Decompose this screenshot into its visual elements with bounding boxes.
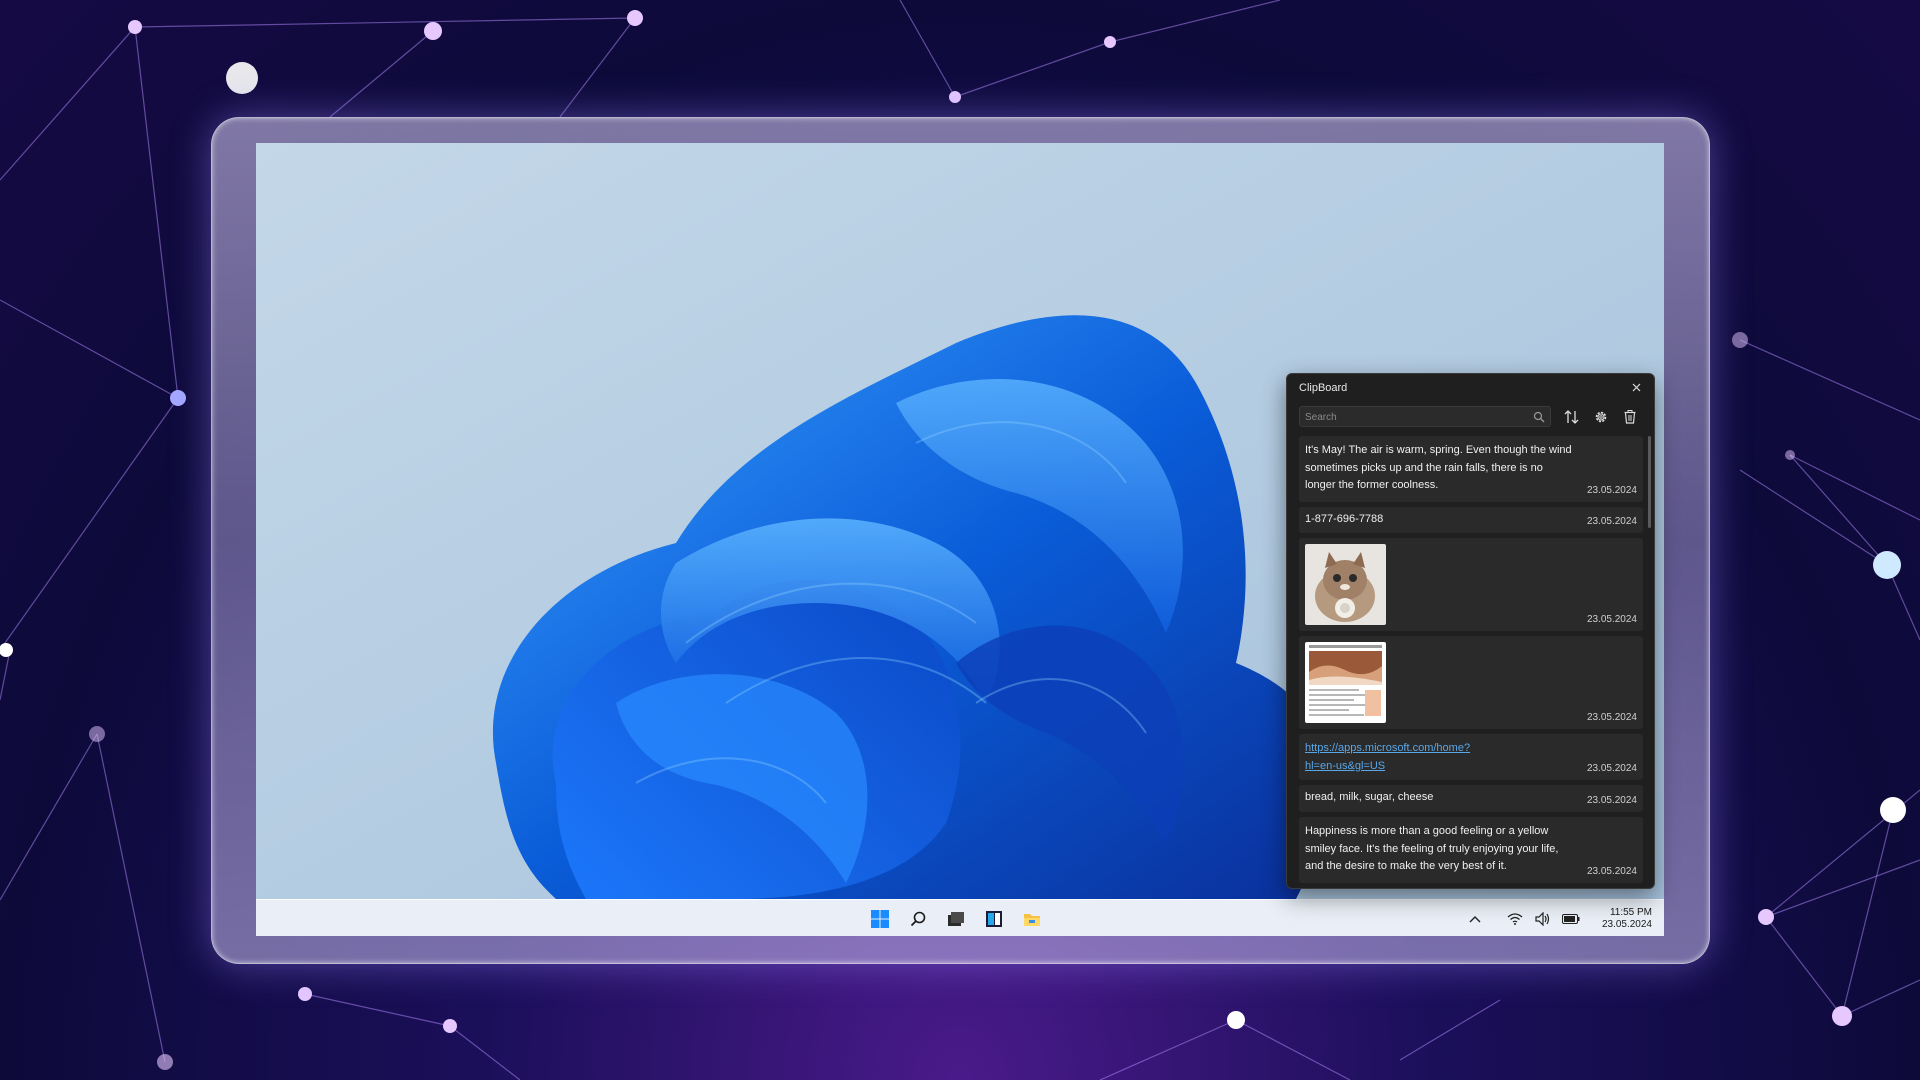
- window-title: ClipBoard: [1299, 382, 1348, 394]
- item-text: bread, milk, sugar, cheese: [1305, 791, 1434, 803]
- system-tray: 11:55 PM 23.05.2024: [1466, 904, 1652, 934]
- search-icon[interactable]: [905, 906, 931, 932]
- item-date: 23.05.2024: [1586, 485, 1637, 496]
- clock-time: 11:55 PM: [1609, 907, 1652, 918]
- clipboard-item[interactable]: Happiness is more than a good feeling or…: [1299, 817, 1643, 883]
- clipboard-item[interactable]: 23.05.2024: [1299, 636, 1643, 729]
- clipboard-item[interactable]: It's May! The air is warm, spring. Even …: [1299, 436, 1643, 502]
- item-date: 23.05.2024: [1586, 516, 1637, 527]
- taskbar-apps: [867, 906, 1045, 932]
- clipboard-item[interactable]: bread, milk, sugar, cheese 23.05.2024: [1299, 785, 1643, 812]
- clipboard-item[interactable]: 1-877-696-7788 23.05.2024: [1299, 507, 1643, 533]
- link-line-1: https://apps.microsoft.com/home?: [1305, 742, 1471, 754]
- clipboard-item[interactable]: 23.05.2024: [1299, 538, 1643, 631]
- taskbar-clock[interactable]: 11:55 PM 23.05.2024: [1602, 907, 1652, 931]
- item-text: Happiness is more than a good feeling or…: [1305, 825, 1559, 872]
- search-box: [1299, 406, 1551, 427]
- sort-icon[interactable]: [1562, 407, 1582, 427]
- item-date: 23.05.2024: [1586, 763, 1637, 774]
- item-text: It's May! The air is warm, spring. Even …: [1305, 444, 1572, 491]
- link-line-2: hl=en-us&gl=US: [1305, 759, 1386, 772]
- taskbar: 11:55 PM 23.05.2024: [256, 899, 1664, 936]
- battery-icon[interactable]: [1561, 910, 1580, 928]
- volume-icon[interactable]: [1534, 910, 1552, 928]
- item-link[interactable]: https://apps.microsoft.com/home? hl=en-us…: [1305, 742, 1470, 772]
- search-input[interactable]: [1300, 408, 1525, 427]
- document-thumbnail: [1305, 642, 1386, 723]
- scrollbar[interactable]: [1648, 436, 1651, 528]
- clipboard-window: ClipBoard It's May! The air is warm, spr…: [1286, 373, 1655, 889]
- wifi-icon[interactable]: [1506, 910, 1524, 928]
- task-view-icon[interactable]: [943, 906, 969, 932]
- clipboard-list: It's May! The air is warm, spring. Even …: [1299, 436, 1643, 888]
- windows-start-icon[interactable]: [867, 906, 893, 932]
- kitten-thumbnail: [1305, 544, 1386, 625]
- gear-icon[interactable]: [1591, 407, 1611, 427]
- clipboard-item[interactable]: https://apps.microsoft.com/home? hl=en-us…: [1299, 734, 1643, 780]
- store-icon[interactable]: [981, 906, 1007, 932]
- item-date: 23.05.2024: [1586, 712, 1637, 723]
- file-explorer-icon[interactable]: [1019, 906, 1045, 932]
- trash-icon[interactable]: [1620, 407, 1640, 427]
- item-date: 23.05.2024: [1586, 866, 1637, 877]
- clock-date: 23.05.2024: [1601, 919, 1652, 930]
- chevron-up-icon[interactable]: [1466, 910, 1484, 928]
- close-icon[interactable]: [1628, 379, 1644, 395]
- item-date: 23.05.2024: [1586, 795, 1637, 806]
- item-text: 1-877-696-7788: [1305, 513, 1384, 525]
- search-icon[interactable]: [1533, 411, 1545, 423]
- item-date: 23.05.2024: [1586, 614, 1637, 625]
